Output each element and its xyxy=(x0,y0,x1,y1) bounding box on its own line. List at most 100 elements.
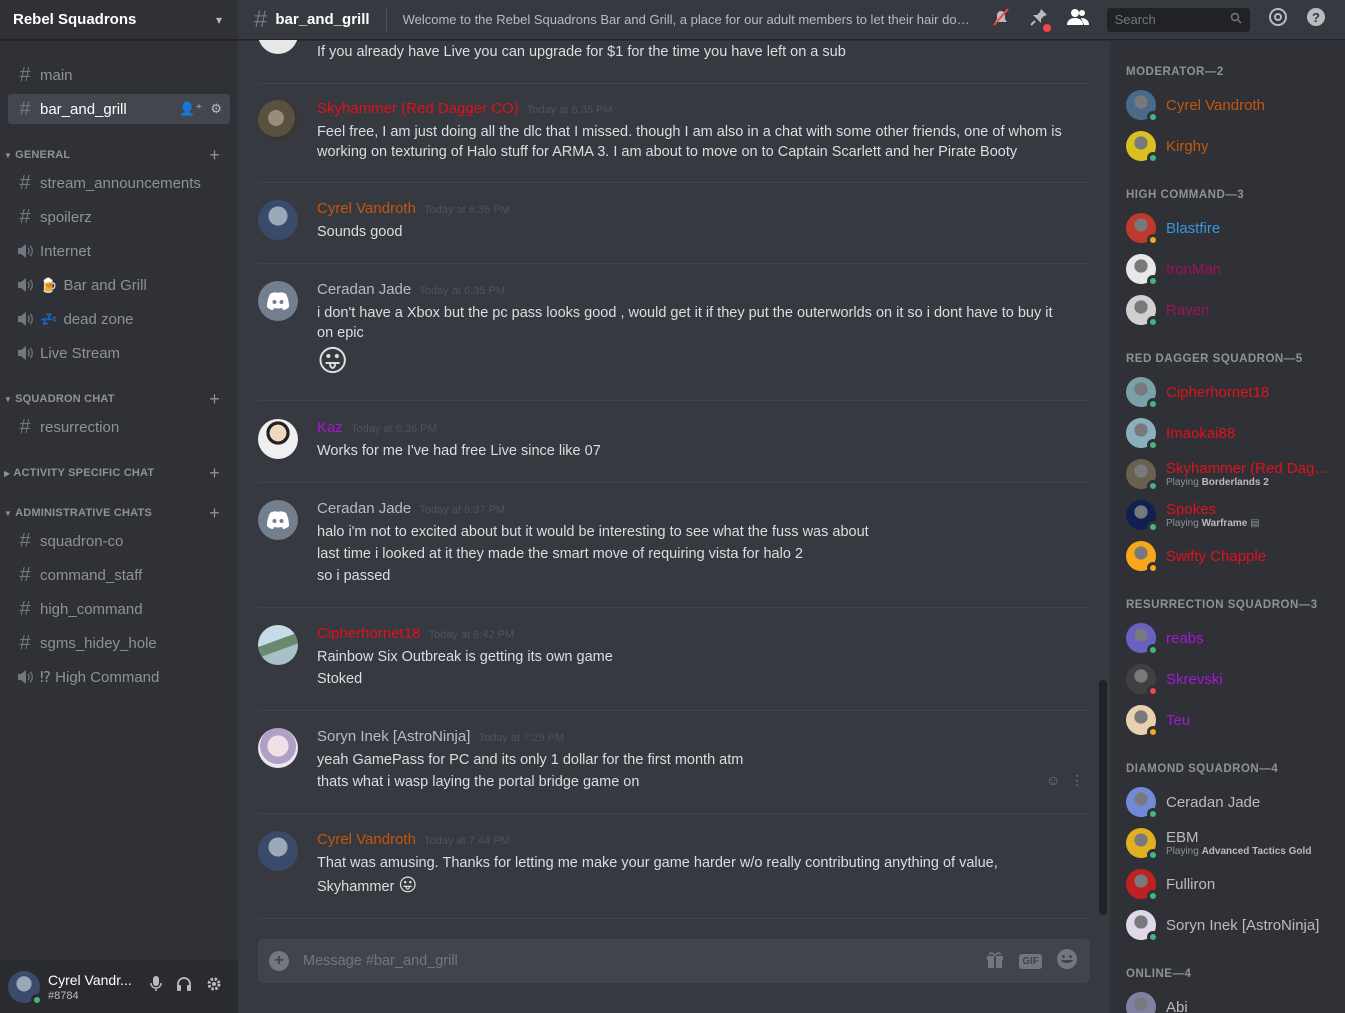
member-item[interactable]: Kirghy xyxy=(1126,126,1341,166)
member-item[interactable]: Raven xyxy=(1126,290,1341,330)
channel-topic[interactable]: Welcome to the Rebel Squadrons Bar and G… xyxy=(403,12,975,27)
member-item[interactable]: Cipherhornet18 xyxy=(1126,372,1341,412)
member-group-header: DIAMOND SQUADRON—4 xyxy=(1126,763,1279,775)
message-author[interactable]: Cipherhornet18 xyxy=(317,625,420,642)
avatar xyxy=(1126,828,1159,861)
help-icon[interactable]: ? xyxy=(1306,7,1326,32)
gear-icon[interactable]: ⚙ xyxy=(210,101,222,117)
avatar[interactable] xyxy=(258,728,298,768)
online-status-icon xyxy=(1147,111,1159,123)
online-status-icon xyxy=(1147,931,1159,943)
member-item[interactable]: Ceradan Jade xyxy=(1126,782,1341,822)
avatar[interactable] xyxy=(8,970,43,1006)
add-channel-icon[interactable]: + xyxy=(209,463,220,484)
category-general[interactable]: ▼ GENERAL + xyxy=(0,145,238,165)
channel-squadron-co[interactable]: # squadron-co xyxy=(8,526,230,556)
upload-plus-icon[interactable]: + xyxy=(269,951,289,971)
message-author[interactable]: Kaz xyxy=(317,419,343,436)
more-options-icon[interactable]: ⋮ xyxy=(1070,772,1084,789)
voice-channel-high-command[interactable]: ⁉ High Command xyxy=(8,662,230,692)
discord-default-avatar-icon[interactable] xyxy=(258,500,298,540)
category-administrative-chats[interactable]: ▼ ADMINISTRATIVE CHATS + xyxy=(0,503,238,523)
member-item[interactable]: reabs xyxy=(1126,618,1341,658)
avatar xyxy=(1126,787,1159,820)
channel-label: Bar and Grill xyxy=(63,276,147,294)
channel-resurrection[interactable]: # resurrection xyxy=(8,412,230,442)
category-label: ACTIVITY SPECIFIC CHAT xyxy=(13,467,155,479)
channel-command-staff[interactable]: # command_staff xyxy=(8,560,230,590)
channel-spoilerz[interactable]: # spoilerz xyxy=(8,202,230,232)
message-input[interactable]: Message #bar_and_grill xyxy=(303,953,985,969)
headphones-icon[interactable] xyxy=(176,976,192,997)
chevron-down-icon: ▼ xyxy=(4,508,13,518)
member-item[interactable]: Blastfire xyxy=(1126,208,1341,248)
invite-icon[interactable]: 👤⁺ xyxy=(179,101,202,117)
emoji-picker-icon[interactable] xyxy=(1056,948,1078,975)
microphone-icon[interactable] xyxy=(150,976,162,997)
voice-channel-internet[interactable]: Internet xyxy=(8,236,230,266)
member-item[interactable]: Imaokai88 xyxy=(1126,413,1341,453)
hash-icon: # xyxy=(19,631,31,654)
voice-channel-dead-zone[interactable]: 💤 dead zone xyxy=(8,304,230,334)
pinned-messages-icon[interactable] xyxy=(1029,7,1051,32)
channel-sgms-hidey-hole[interactable]: # sgms_hidey_hole xyxy=(8,628,230,658)
add-channel-icon[interactable]: + xyxy=(209,503,220,524)
rich-presence-icon: ▤ xyxy=(1250,518,1260,529)
message-author[interactable]: Soryn Inek [AstroNinja] xyxy=(317,728,470,745)
channel-high-command[interactable]: # high_command xyxy=(8,594,230,624)
avatar[interactable] xyxy=(258,831,298,871)
mentions-icon[interactable] xyxy=(1268,7,1288,32)
chat-scrollbar[interactable] xyxy=(1099,680,1107,915)
svg-text:?: ? xyxy=(1312,10,1320,25)
avatar[interactable] xyxy=(258,40,298,54)
message-author[interactable]: Cyrel Vandroth xyxy=(317,831,416,848)
gift-icon[interactable] xyxy=(985,949,1005,974)
avatar[interactable] xyxy=(258,625,298,665)
gear-icon[interactable] xyxy=(206,976,222,997)
add-reaction-icon[interactable]: ☺ xyxy=(1046,772,1060,789)
member-item[interactable]: Soryn Inek [AstroNinja] xyxy=(1126,905,1341,945)
message-text: Sounds good xyxy=(317,224,403,240)
member-item[interactable]: Spokes Playing Warframe ▤ xyxy=(1126,495,1341,535)
voice-channel-live-stream[interactable]: Live Stream xyxy=(8,338,230,368)
tongue-emoji-icon[interactable]: 😛 xyxy=(398,875,417,895)
activity-game: Borderlands 2 xyxy=(1201,477,1269,488)
divider xyxy=(258,182,1088,183)
avatar[interactable] xyxy=(258,419,298,459)
member-item[interactable]: IronMan xyxy=(1126,249,1341,289)
voice-channel-bar-and-grill[interactable]: 🍺 Bar and Grill xyxy=(8,270,230,300)
member-list-icon[interactable] xyxy=(1066,8,1089,31)
mute-bell-icon[interactable] xyxy=(991,7,1011,32)
member-item[interactable]: Teu xyxy=(1126,700,1341,740)
channel-main[interactable]: # main xyxy=(8,60,230,90)
avatar[interactable] xyxy=(258,100,298,140)
chevron-down-icon[interactable]: ▾ xyxy=(216,13,222,27)
category-activity-specific-chat[interactable]: ▶ ACTIVITY SPECIFIC CHAT + xyxy=(0,463,238,483)
search-input[interactable]: Search xyxy=(1106,7,1250,32)
member-item[interactable]: Skrevski xyxy=(1126,659,1341,699)
member-name: Cyrel Vandroth xyxy=(1166,96,1265,114)
message-author[interactable]: Ceradan Jade xyxy=(317,500,411,517)
channel-stream-announcements[interactable]: # stream_announcements xyxy=(8,168,230,198)
gif-button[interactable]: GIF xyxy=(1019,953,1042,969)
speaker-icon xyxy=(14,244,36,258)
member-item[interactable]: EBM Playing Advanced Tactics Gold xyxy=(1126,823,1341,863)
category-squadron-chat[interactable]: ▼ SQUADRON CHAT + xyxy=(0,389,238,409)
member-item[interactable]: Fulliron xyxy=(1126,864,1341,904)
message-author[interactable]: Skyhammer (Red Dagger CO) xyxy=(317,100,519,117)
add-channel-icon[interactable]: + xyxy=(209,389,220,410)
channel-bar-and-grill[interactable]: # bar_and_grill 👤⁺ ⚙ xyxy=(8,94,230,124)
member-item[interactable]: Cyrel Vandroth xyxy=(1126,85,1341,125)
member-item[interactable]: Swifty Chapple xyxy=(1126,536,1341,576)
member-item[interactable]: Abi xyxy=(1126,987,1341,1013)
chevron-right-icon: ▶ xyxy=(4,468,11,478)
avatar[interactable] xyxy=(258,200,298,240)
member-item[interactable]: Skyhammer (Red Dagg... Playing Borderlan… xyxy=(1126,454,1341,494)
message-composer[interactable]: + Message #bar_and_grill GIF xyxy=(258,939,1090,983)
add-channel-icon[interactable]: + xyxy=(209,145,220,166)
tongue-emoji-icon[interactable]: 😛 xyxy=(317,344,348,379)
server-header[interactable]: Rebel Squadrons ▾ xyxy=(0,0,238,40)
discord-default-avatar-icon[interactable] xyxy=(258,281,298,321)
message-author[interactable]: Cyrel Vandroth xyxy=(317,200,416,217)
message-author[interactable]: Ceradan Jade xyxy=(317,281,411,298)
